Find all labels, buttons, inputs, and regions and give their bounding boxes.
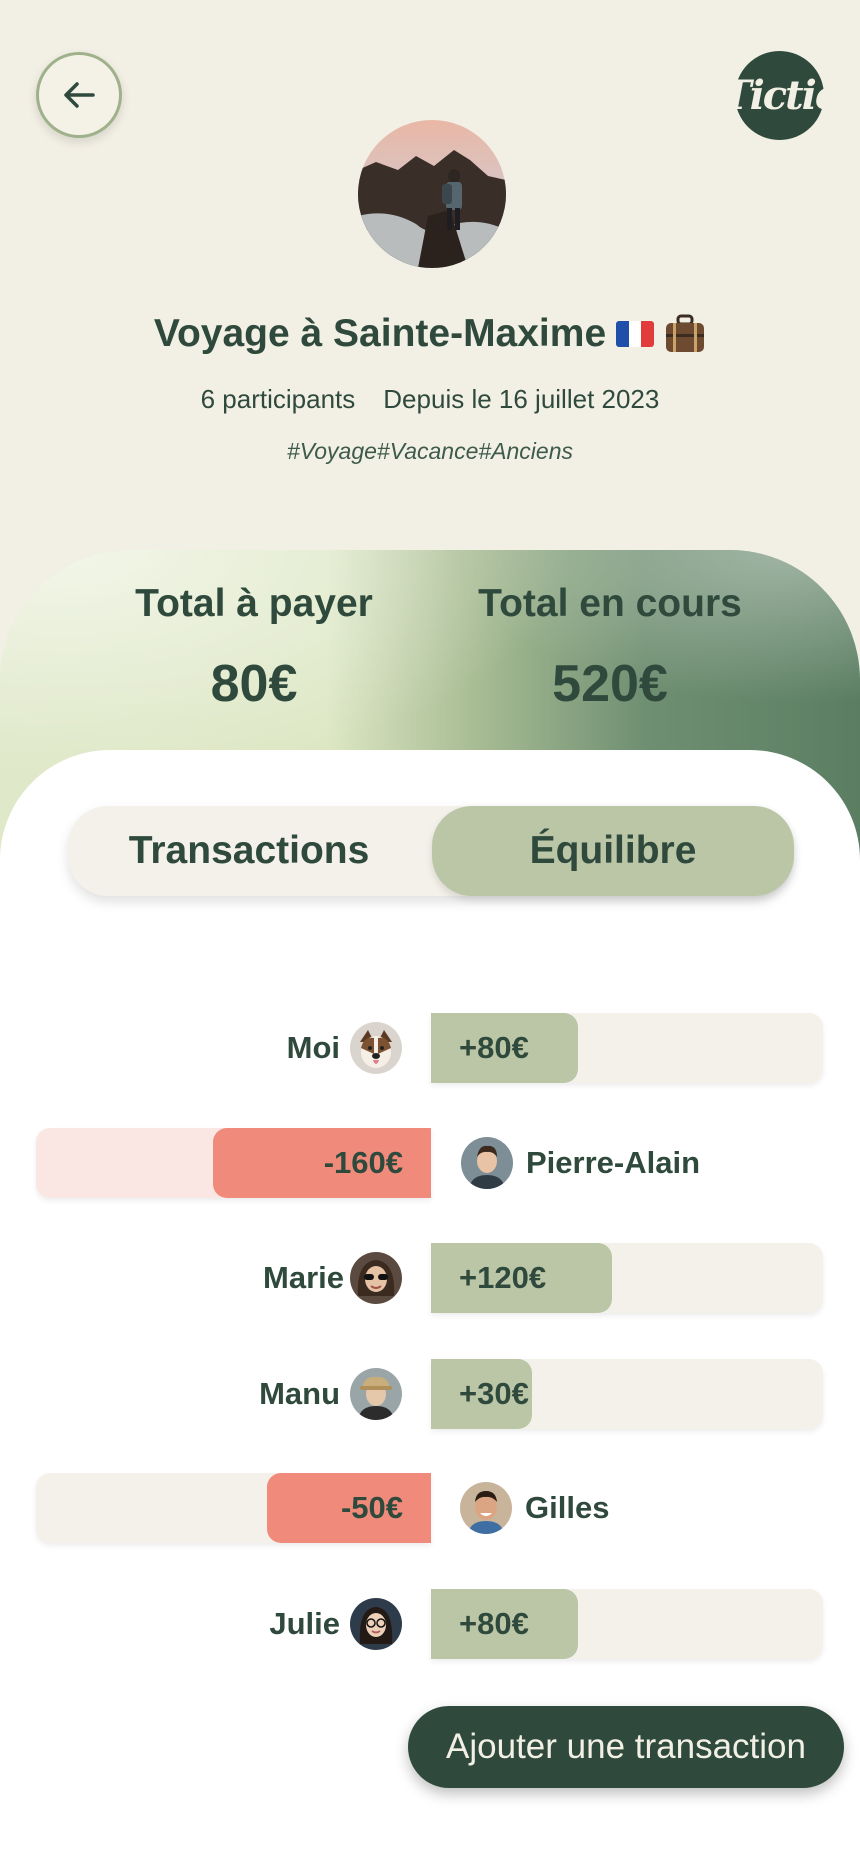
balance-row-pierre-alain[interactable]: -160€ Pierre-Alain — [0, 1128, 860, 1198]
balance-bar-positive: +80€ — [431, 1013, 578, 1083]
group-title: Voyage à Sainte-Maxime — [153, 312, 607, 355]
total-to-pay-label: Total à payer — [135, 582, 373, 625]
group-title-row: Voyage à Sainte-Maxime — [0, 312, 860, 356]
arrow-left-icon — [64, 82, 95, 108]
balance-row-gilles[interactable]: -50€ Gilles — [0, 1473, 860, 1543]
participant-name: Moi — [286, 1030, 340, 1065]
group-photo — [358, 120, 506, 268]
total-to-pay-value: 80€ — [210, 655, 298, 713]
france-flag-icon — [616, 321, 655, 347]
participant-name: Julie — [269, 1606, 340, 1641]
avatar — [350, 1252, 402, 1304]
group-meta: 6 participants Depuis le 16 juillet 2023 — [0, 384, 860, 415]
participant-name: Gilles — [525, 1490, 610, 1525]
avatar — [350, 1368, 402, 1420]
balance-bar-negative: -50€ — [267, 1473, 431, 1543]
tab-equilibre[interactable]: Équilibre — [432, 806, 794, 896]
balance-bar-negative: -160€ — [213, 1128, 431, 1198]
total-to-pay: Total à payer 80€ — [64, 582, 444, 714]
group-since-date: Depuis le 16 juillet 2023 — [383, 384, 660, 414]
avatar — [461, 1137, 513, 1189]
balance-row-moi[interactable]: +80€ Moi — [0, 1013, 860, 1083]
back-button[interactable] — [36, 52, 122, 138]
total-ongoing-value: 520€ — [552, 655, 668, 713]
participant-name: Marie — [263, 1260, 344, 1295]
total-ongoing: Total en cours 520€ — [420, 582, 800, 714]
balance-bar-positive: +30€ — [431, 1359, 532, 1429]
tab-transactions[interactable]: Transactions — [68, 806, 430, 896]
participant-name: Pierre-Alain — [526, 1145, 701, 1180]
balance-row-manu[interactable]: +30€ Manu — [0, 1359, 860, 1429]
tab-bar: Transactions Équilibre — [68, 806, 794, 896]
avatar — [350, 1022, 402, 1074]
total-ongoing-label: Total en cours — [478, 582, 742, 625]
balance-row-julie[interactable]: +80€ Julie — [0, 1589, 860, 1659]
balance-bar-positive: +80€ — [431, 1589, 578, 1659]
group-tags: #Voyage#Vacance#Anciens — [286, 438, 573, 464]
suitcase-icon — [666, 314, 705, 352]
avatar — [460, 1482, 512, 1534]
app-logo: Tictic — [722, 51, 839, 140]
balance-row-marie[interactable]: +120€ Marie — [0, 1243, 860, 1313]
balance-bar-positive: +120€ — [431, 1243, 612, 1313]
participant-name: Manu — [259, 1376, 340, 1411]
participants-count: 6 participants — [200, 384, 356, 414]
avatar — [350, 1598, 402, 1650]
add-transaction-button[interactable]: Ajouter une transaction — [408, 1706, 844, 1788]
